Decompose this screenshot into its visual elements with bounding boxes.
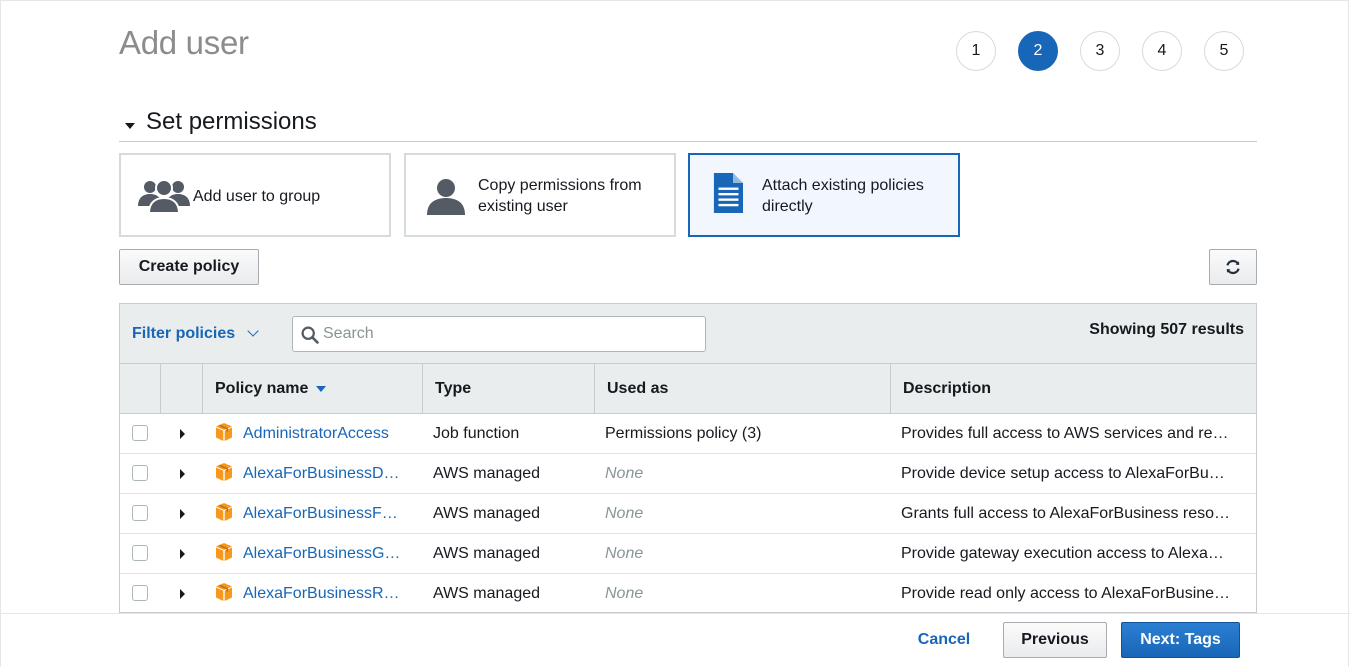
filter-policies-dropdown[interactable]: Filter policies [132, 325, 235, 343]
header-expand [161, 364, 203, 413]
search-input[interactable] [323, 317, 693, 351]
policy-name-link[interactable]: AlexaForBusinessF… [243, 494, 413, 534]
header-select [120, 364, 161, 413]
sort-desc-icon[interactable] [316, 385, 327, 392]
table-row[interactable]: AlexaForBusinessR… AWS managed None Provide… [120, 574, 1256, 612]
search-field[interactable] [292, 316, 706, 352]
option-copy-permissions[interactable]: Copy permissions from existing user [404, 153, 676, 237]
results-count: Showing 507 results [1089, 321, 1244, 338]
policy-description: Provide gateway execution access to Alex… [901, 545, 1224, 562]
policy-used-as: None [605, 465, 644, 482]
step-3[interactable]: 3 [1080, 31, 1120, 71]
search-icon [301, 326, 319, 344]
expand-row-icon[interactable] [180, 469, 185, 479]
expand-row-icon[interactable] [180, 589, 185, 599]
table-row[interactable]: AlexaForBusinessF… AWS managed None Grants … [120, 494, 1256, 534]
policy-description: Provide device setup access to AlexaForB… [901, 465, 1225, 482]
policy-type: AWS managed [433, 465, 541, 482]
refresh-button[interactable] [1209, 249, 1257, 285]
document-icon [713, 173, 743, 213]
row-checkbox[interactable] [132, 505, 148, 521]
previous-button[interactable]: Previous [1003, 622, 1107, 658]
table-row[interactable]: AlexaForBusinessG… AWS managed None Provide… [120, 534, 1256, 574]
header-label: Type [435, 380, 472, 397]
policy-used-as: None [605, 505, 644, 522]
policy-name-link[interactable]: AdministratorAccess [243, 414, 413, 454]
policy-used-as: Permissions policy (3) [605, 425, 762, 442]
policy-description: Provide read only access to AlexaForBusi… [901, 585, 1231, 602]
row-checkbox[interactable] [132, 425, 148, 441]
option-add-user-to-group[interactable]: Add user to group [119, 153, 391, 237]
expand-row-icon[interactable] [180, 429, 185, 439]
policy-name-link[interactable]: AlexaForBusinessD… [243, 454, 413, 494]
table-row[interactable]: AdministratorAccess Job function Permissio… [120, 414, 1256, 454]
option-label: Attach existing policies directly [762, 177, 924, 215]
step-5[interactable]: 5 [1204, 31, 1244, 71]
table-row[interactable]: AlexaForBusinessD… AWS managed None Provide… [120, 454, 1256, 494]
option-label: Add user to group [193, 188, 321, 205]
policy-name-link[interactable]: AlexaForBusinessG… [243, 534, 413, 574]
policy-package-icon [216, 583, 232, 601]
row-checkbox[interactable] [132, 465, 148, 481]
policy-name-link[interactable]: AlexaForBusinessR… [243, 574, 413, 612]
table-header: Policy name Type Used as Description [120, 364, 1256, 414]
chevron-down-icon[interactable] [247, 325, 259, 337]
policy-type: Job function [433, 425, 520, 442]
header-type[interactable]: Type [423, 364, 595, 413]
policies-table: Filter policies Showing 507 results Poli… [119, 303, 1257, 613]
header-description[interactable]: Description [891, 364, 1256, 413]
row-checkbox[interactable] [132, 545, 148, 561]
option-label: Copy permissions from existing user [478, 177, 642, 215]
policy-type: AWS managed [433, 585, 541, 602]
expand-row-icon[interactable] [180, 509, 185, 519]
policy-used-as: None [605, 585, 644, 602]
policy-type: AWS managed [433, 505, 541, 522]
step-indicator: 1 2 3 4 5 [956, 31, 1266, 71]
policy-package-icon [216, 423, 232, 441]
step-2[interactable]: 2 [1018, 31, 1058, 71]
policy-description: Grants full access to AlexaForBusiness r… [901, 505, 1231, 522]
step-4[interactable]: 4 [1142, 31, 1182, 71]
policy-used-as: None [605, 545, 644, 562]
header-label: Policy name [215, 380, 309, 397]
users-group-icon [138, 179, 190, 214]
header-used-as[interactable]: Used as [595, 364, 891, 413]
section-title: Set permissions [146, 108, 317, 135]
page-title: Add user [119, 24, 249, 61]
policy-description: Provides full access to AWS services and… [901, 425, 1229, 442]
header-label: Used as [607, 380, 669, 397]
footer-divider [0, 613, 1350, 614]
filter-bar: Filter policies Showing 507 results [120, 304, 1256, 364]
cancel-button[interactable]: Cancel [902, 622, 986, 658]
header-label: Description [903, 380, 992, 397]
user-icon [427, 179, 465, 215]
header-policy-name[interactable]: Policy name [203, 364, 423, 413]
caret-down-icon [125, 123, 135, 129]
next-tags-button[interactable]: Next: Tags [1121, 622, 1240, 658]
policy-package-icon [216, 543, 232, 561]
policy-package-icon [216, 503, 232, 521]
expand-row-icon[interactable] [180, 549, 185, 559]
policy-package-icon [216, 463, 232, 481]
set-permissions-header[interactable]: Set permissions [119, 106, 1257, 142]
policy-type: AWS managed [433, 545, 541, 562]
option-attach-policies[interactable]: Attach existing policies directly [688, 153, 960, 237]
refresh-icon [1226, 259, 1240, 275]
row-checkbox[interactable] [132, 585, 148, 601]
step-1[interactable]: 1 [956, 31, 996, 71]
create-policy-button[interactable]: Create policy [119, 249, 259, 285]
